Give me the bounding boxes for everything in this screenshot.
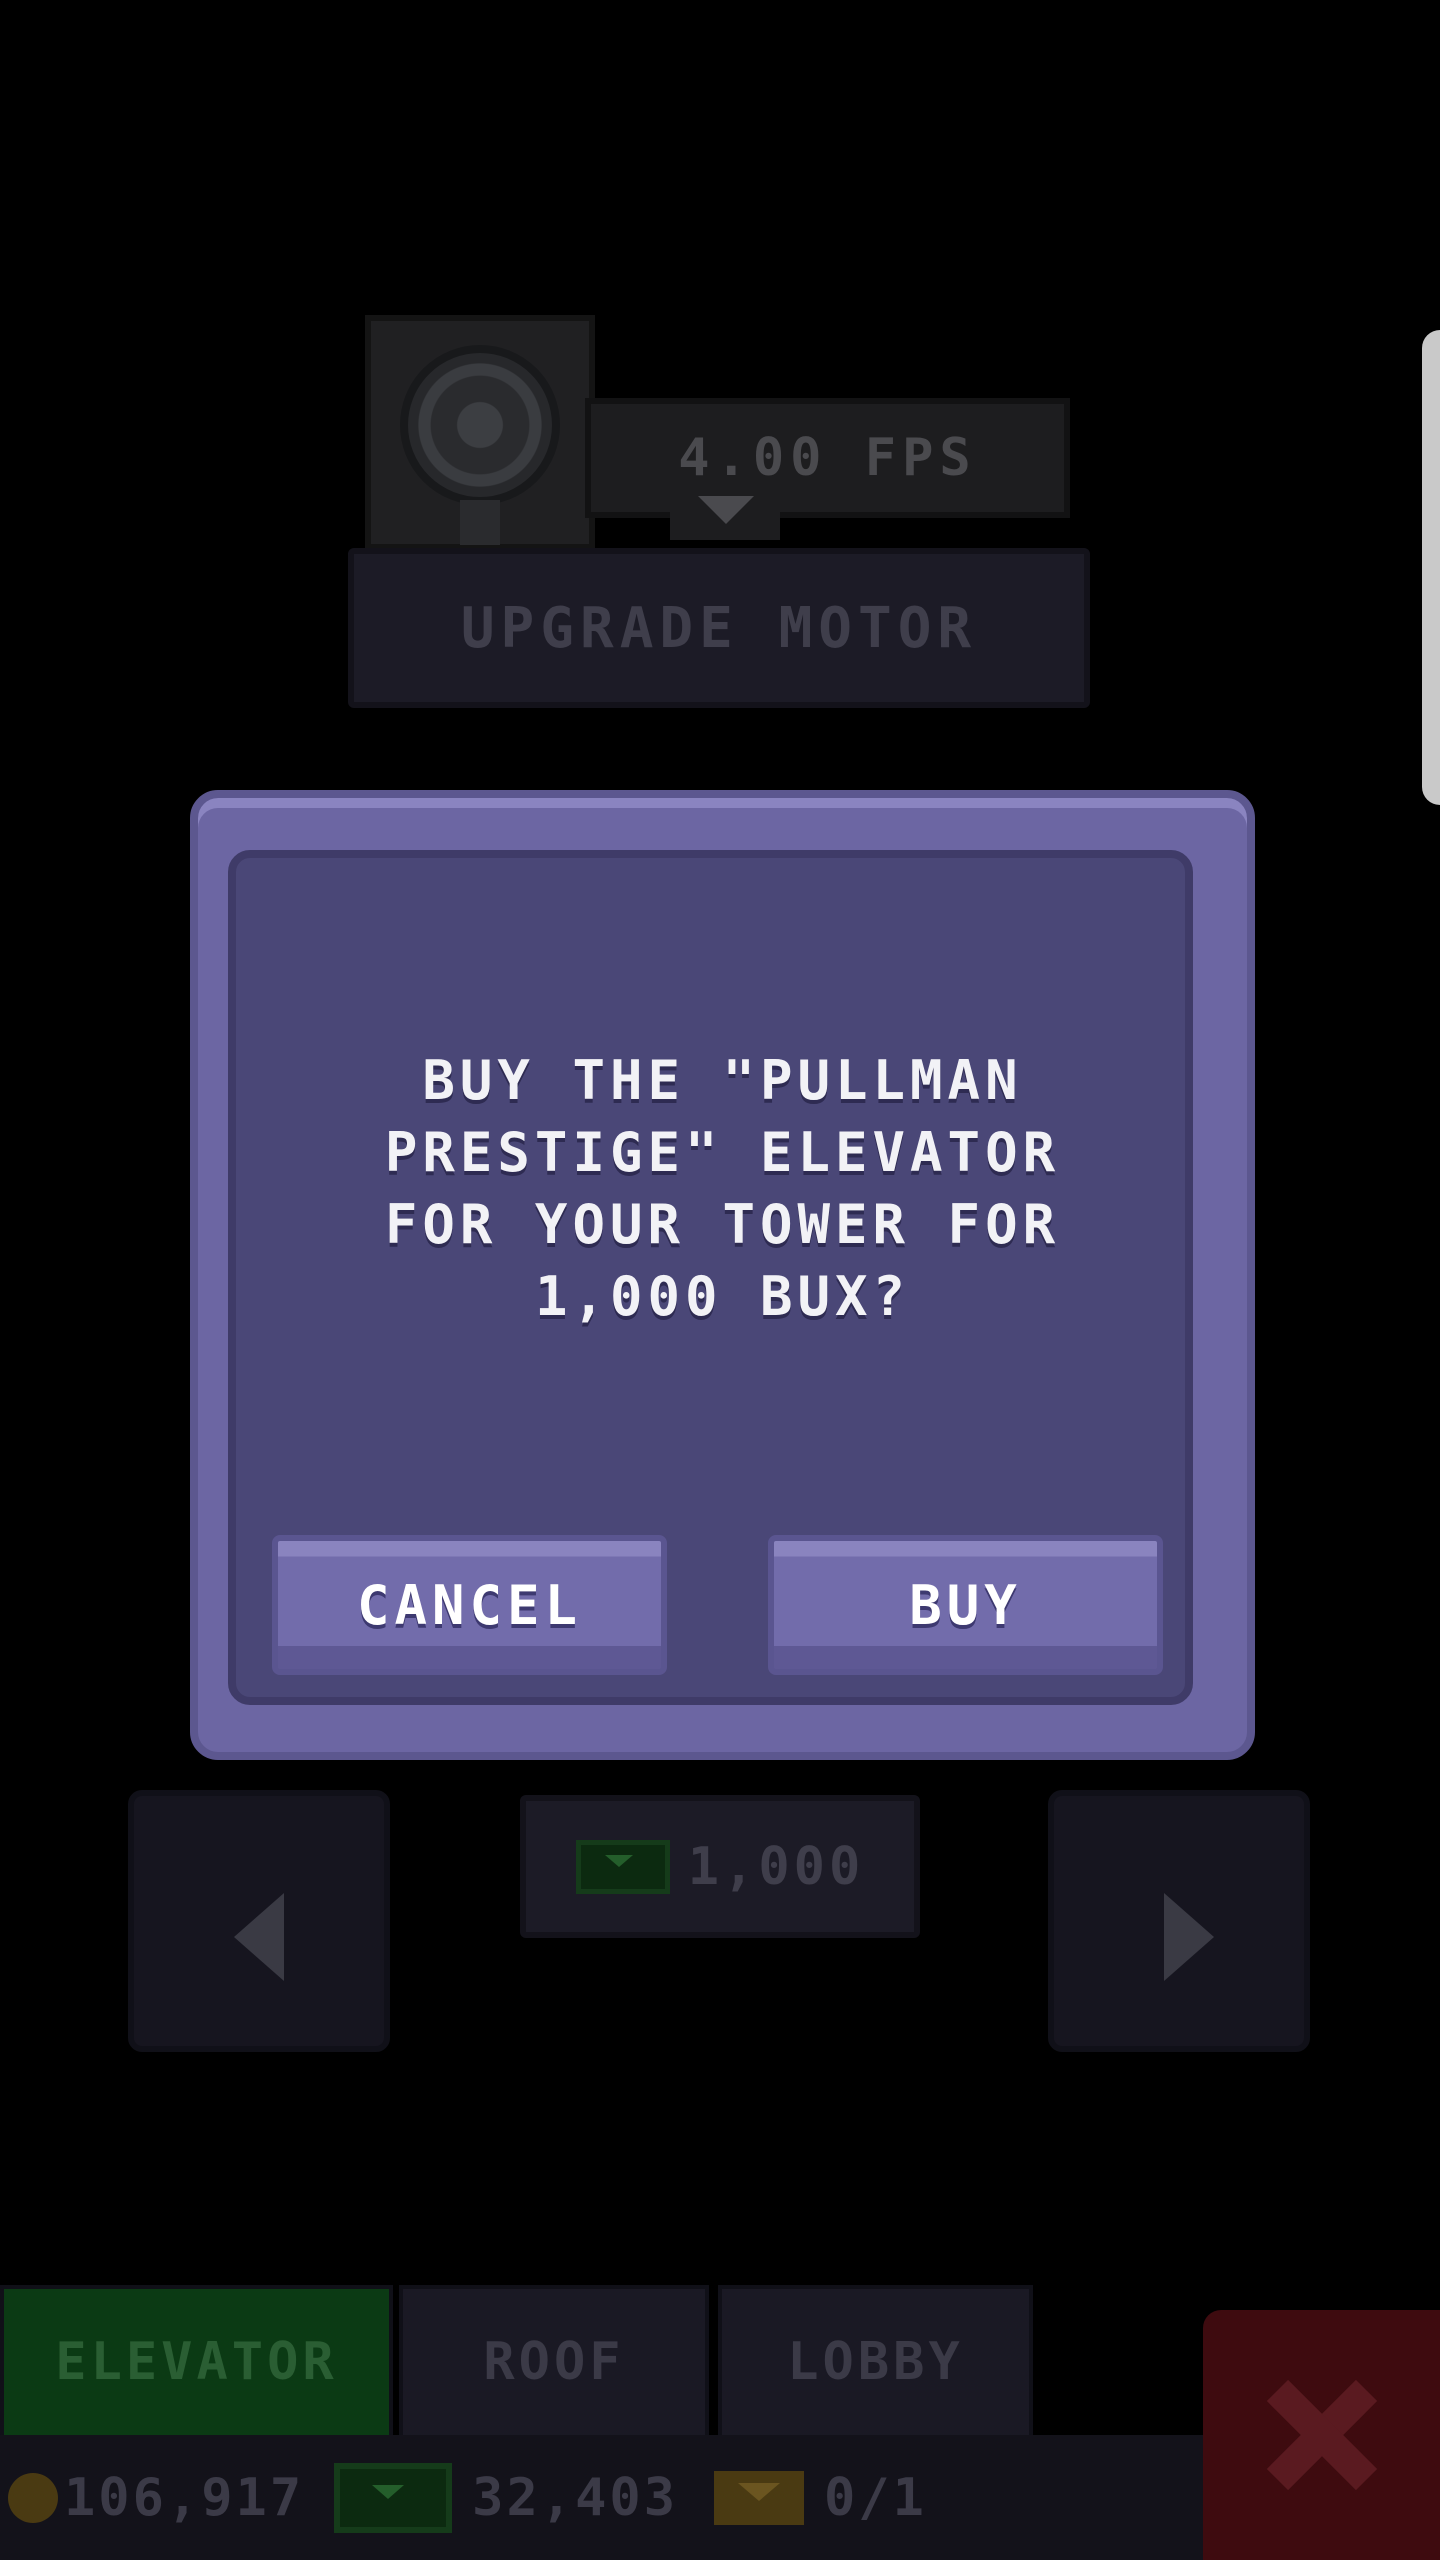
tab-elevator[interactable]: ELEVATOR	[0, 2285, 393, 2435]
coin-icon	[8, 2472, 58, 2523]
coins-count: 106,917	[64, 2467, 305, 2528]
previous-elevator-button[interactable]	[128, 1790, 390, 2052]
side-drawer-handle[interactable]	[1422, 330, 1440, 805]
tab-lobby[interactable]: LOBBY	[718, 2285, 1033, 2435]
bux-icon	[334, 2462, 453, 2533]
purchase-dialog-message: BUY THE "PULLMAN PRESTIGE" ELEVATOR FOR …	[384, 1049, 1061, 1328]
arrow-right-icon	[1164, 1893, 1214, 1981]
motor-speed-readout: 4.00 FPS	[585, 398, 1070, 518]
upgrade-motor-button[interactable]: UPGRADE MOTOR	[348, 548, 1090, 708]
elevator-price-value: 1,000	[687, 1836, 865, 1897]
close-button[interactable]	[1203, 2310, 1440, 2560]
cancel-button[interactable]: CANCEL	[272, 1535, 667, 1675]
buy-button[interactable]: BUY	[768, 1535, 1163, 1675]
tickets-count: 0/1	[824, 2467, 927, 2528]
tab-roof[interactable]: ROOF	[399, 2285, 709, 2435]
currency-status-bar: 106,917 32,403 0/1	[0, 2435, 1203, 2560]
elevator-price: 1,000	[520, 1795, 920, 1938]
motor-gear-icon	[400, 345, 560, 505]
ticket-icon	[714, 2470, 804, 2525]
elevator-motor-graphic	[365, 315, 595, 550]
next-elevator-button[interactable]	[1048, 1790, 1310, 2052]
bux-count: 32,403	[472, 2467, 678, 2528]
bux-icon	[575, 1839, 670, 1894]
close-icon	[1267, 2380, 1377, 2490]
speed-pointer-icon	[670, 490, 780, 540]
arrow-left-icon	[234, 1893, 284, 1981]
motor-stem	[460, 500, 500, 545]
